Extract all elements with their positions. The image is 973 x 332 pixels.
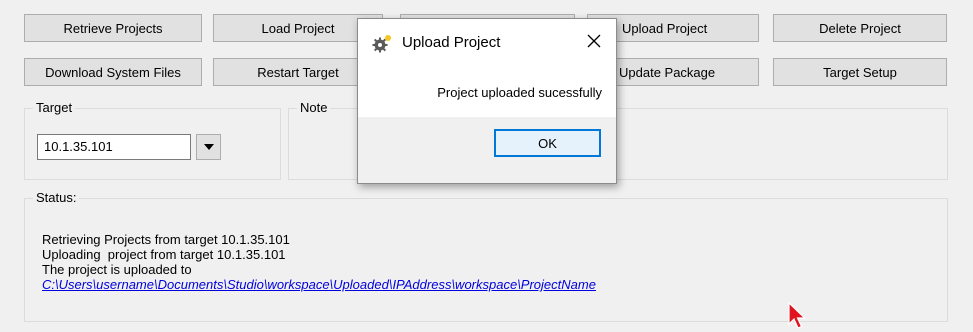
status-line: The project is uploaded to	[42, 262, 192, 277]
dialog-footer: OK	[358, 117, 616, 183]
target-group-label: Target	[33, 100, 76, 115]
cursor-icon	[788, 302, 806, 329]
gear-icon	[372, 35, 391, 53]
status-line: Retrieving Projects from target 10.1.35.…	[42, 232, 290, 247]
status-group-label: Status:	[33, 190, 80, 205]
target-ip-field[interactable]: 10.1.35.101	[37, 134, 191, 160]
main-window: Retrieve Projects Load Project Upload Pr…	[0, 0, 973, 332]
retrieve-projects-button[interactable]: Retrieve Projects	[24, 14, 202, 42]
target-dropdown-button[interactable]	[196, 134, 221, 160]
status-line: Uploading project from target 10.1.35.10…	[42, 247, 286, 262]
dialog-title: Upload Project	[402, 34, 501, 51]
upload-path-link[interactable]: C:\Users\username\Documents\Studio\works…	[42, 277, 596, 292]
target-setup-button[interactable]: Target Setup	[773, 58, 947, 86]
close-icon[interactable]	[582, 29, 606, 53]
status-log: Retrieving Projects from target 10.1.35.…	[42, 232, 596, 292]
note-group-label: Note	[297, 100, 331, 115]
ok-button[interactable]: OK	[494, 129, 601, 157]
upload-project-dialog: Upload Project Project uploaded sucessfu…	[357, 18, 617, 184]
delete-project-button[interactable]: Delete Project	[773, 14, 947, 42]
chevron-down-icon	[203, 144, 214, 150]
download-system-files-button[interactable]: Download System Files	[24, 58, 202, 86]
dialog-message: Project uploaded sucessfully	[437, 85, 602, 100]
